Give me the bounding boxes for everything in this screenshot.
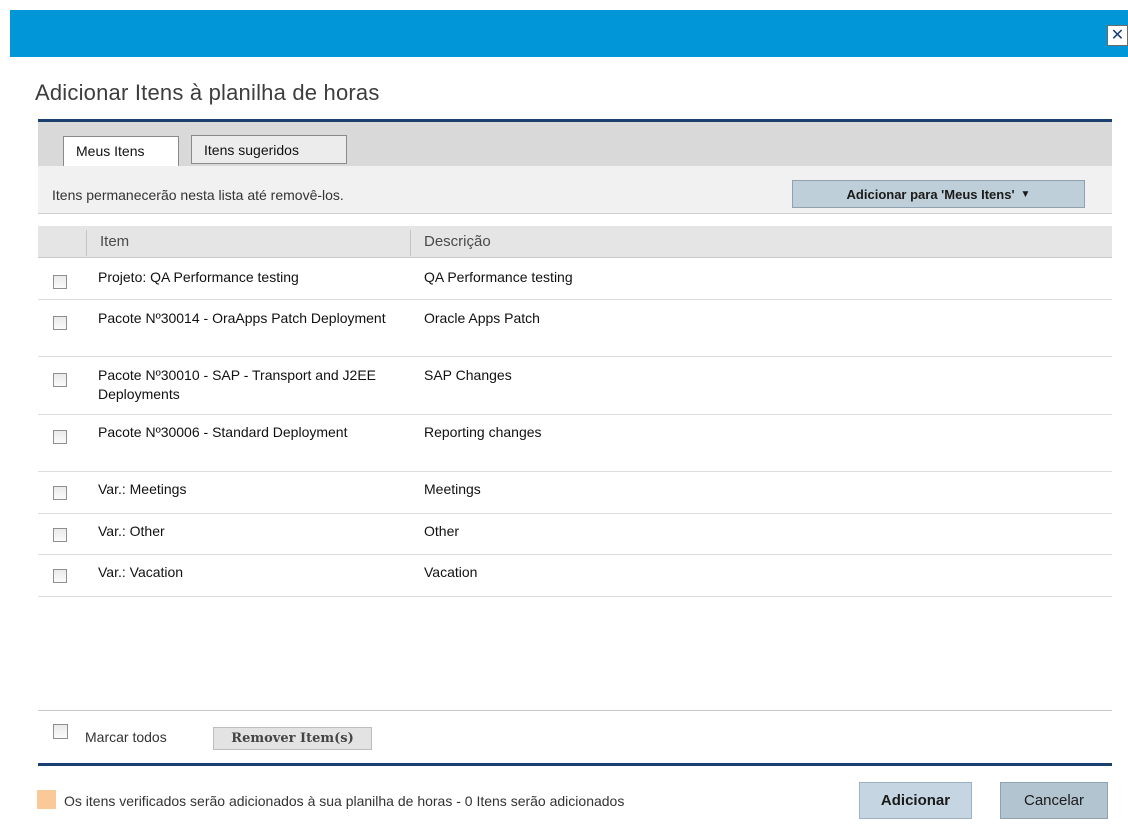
footer-divider — [38, 763, 1112, 766]
item-description: Other — [424, 523, 460, 539]
column-divider — [410, 230, 411, 256]
tab-meus-itens[interactable]: Meus Itens — [63, 136, 179, 166]
row-checkbox[interactable] — [53, 373, 67, 387]
row-checkbox[interactable] — [53, 569, 67, 583]
row-checkbox[interactable] — [53, 528, 67, 542]
row-checkbox[interactable] — [53, 430, 67, 444]
page-title: Adicionar Itens à planilha de horas — [35, 80, 380, 105]
item-name: Var.: Vacation — [98, 564, 184, 580]
item-description: Oracle Apps Patch — [424, 310, 540, 326]
add-button[interactable]: Adicionar — [859, 782, 972, 819]
tab-itens-sugeridos[interactable]: Itens sugeridos — [191, 135, 347, 164]
cancel-button[interactable]: Cancelar — [1000, 782, 1108, 819]
item-name: Pacote Nº30006 - Standard Deployment — [98, 424, 348, 440]
item-description: QA Performance testing — [424, 269, 573, 285]
mark-all-label: Marcar todos — [85, 729, 167, 745]
legend-swatch — [37, 790, 56, 809]
remove-items-button[interactable]: Remover Item(s) — [213, 727, 372, 750]
item-description: Reporting changes — [424, 424, 542, 440]
item-name: Pacote Nº30010 - SAP - Transport and J2E… — [98, 367, 377, 402]
table-row: Var.: Vacation Vacation — [38, 555, 1112, 597]
item-name: Pacote Nº30014 - OraApps Patch Deploymen… — [98, 310, 386, 326]
item-description: SAP Changes — [424, 367, 512, 383]
add-to-my-items-label: Adicionar para 'Meus Itens' — [846, 186, 1015, 202]
row-checkbox[interactable] — [53, 275, 67, 289]
item-name: Var.: Other — [98, 523, 165, 539]
table-row: Pacote Nº30014 - OraApps Patch Deploymen… — [38, 300, 1112, 357]
dialog-header-bar: ✕ — [10, 10, 1128, 57]
table-row: Var.: Other Other — [38, 514, 1112, 555]
table-header: Item Descrição — [38, 226, 1112, 258]
column-header-description[interactable]: Descrição — [424, 233, 491, 250]
close-button[interactable]: ✕ — [1107, 25, 1128, 46]
column-divider — [86, 230, 87, 256]
item-description: Meetings — [424, 481, 481, 497]
add-to-my-items-button[interactable]: Adicionar para 'Meus Itens' ▼ — [792, 180, 1085, 208]
legend-text: Os itens verificados serão adicionados à… — [64, 793, 625, 809]
item-name: Var.: Meetings — [98, 481, 187, 497]
row-checkbox[interactable] — [53, 486, 67, 500]
column-header-item[interactable]: Item — [100, 233, 129, 250]
close-icon: ✕ — [1110, 26, 1125, 44]
info-text: Itens permanecerão nesta lista até remov… — [52, 187, 344, 203]
table-row: Pacote Nº30010 - SAP - Transport and J2E… — [38, 357, 1112, 415]
row-checkbox[interactable] — [53, 316, 67, 330]
item-name: Projeto: QA Performance testing — [98, 269, 299, 285]
info-bar: Itens permanecerão nesta lista até remov… — [38, 166, 1112, 214]
dropdown-arrow-icon: ▼ — [1020, 188, 1031, 200]
table-row: Var.: Meetings Meetings — [38, 472, 1112, 514]
table-row: Projeto: QA Performance testing QA Perfo… — [38, 258, 1112, 300]
mark-all-checkbox[interactable] — [53, 724, 68, 739]
table-row: Pacote Nº30006 - Standard Deployment Rep… — [38, 415, 1112, 472]
table-bottom-divider — [38, 710, 1112, 711]
item-description: Vacation — [424, 564, 478, 580]
tab-strip: Meus Itens Itens sugeridos — [38, 122, 1112, 166]
